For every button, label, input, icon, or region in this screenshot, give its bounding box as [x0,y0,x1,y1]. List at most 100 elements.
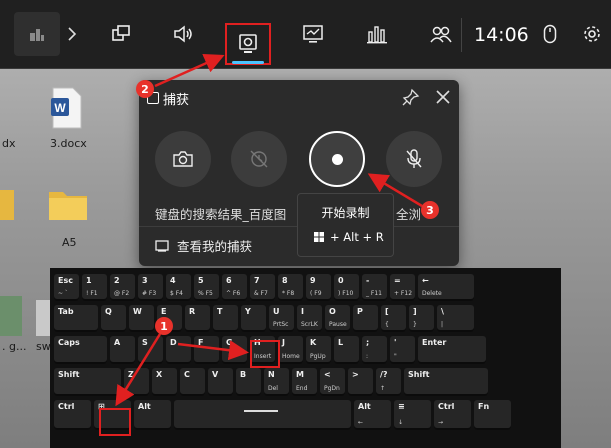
clock: 14:06 [474,24,529,46]
key-label: B [240,370,247,379]
keyboard-key: 8 * F8 [278,274,303,301]
pin-icon[interactable] [402,88,420,106]
audio-icon[interactable] [166,12,200,56]
start-recording-button[interactable] [309,131,365,187]
performance-icon[interactable] [296,12,330,56]
keyboard-key: M End [292,368,317,396]
keyboard-key: S [138,336,163,364]
keyboard-key: A [110,336,135,364]
keyboard-key: ]} [409,305,434,332]
mic-off-icon [406,149,422,168]
image-thumbnail-icon-2[interactable] [36,300,50,336]
keyboard-key: K PgUp [306,336,331,364]
settings-gear-icon[interactable] [580,12,604,56]
keyboard-key: P [353,305,378,332]
tooltip-title: 开始录制 [321,206,370,220]
key-label: Q [105,307,112,316]
mic-toggle-button[interactable] [386,131,442,187]
keyboard-key: Fn [474,400,511,430]
key-sublabel: ScrLK [301,321,318,328]
key-label: C [184,370,190,379]
key-label: K [310,338,317,347]
key-label: Shift [408,370,430,379]
keyboard-key: Enter [418,336,486,364]
gallery-icon [155,239,169,252]
key-label: M [296,370,304,379]
keyboard-key: 1 ! F1 [82,274,107,301]
keyboard-key: Shift [404,368,488,396]
key-label: Caps [58,338,80,347]
close-icon[interactable] [434,88,452,106]
key-label: = [394,276,401,285]
left-folder-icon[interactable] [0,190,14,220]
chevron-right-icon[interactable] [62,12,82,56]
windows-logo-icon [314,232,324,242]
keyboard-key: ' " [390,336,415,364]
key-label: G [226,338,233,347]
key-label: Fn [478,402,490,411]
key-label: J [282,338,285,347]
keyboard-key: W [129,305,154,332]
keyboard-key: 7 & F7 [250,274,275,301]
keyboard-key: B [236,368,261,396]
camera-icon [173,151,193,167]
key-sublabel: Delete [422,290,442,297]
capture-icon[interactable] [225,23,271,65]
see-my-captures-link[interactable]: 查看我的捕获 [155,236,252,255]
key-sublabel: Del [268,385,278,392]
keyboard-key: > [348,368,373,396]
key-label: - [366,276,370,285]
keyboard-key: L [334,336,359,364]
keyboard-key: C [180,368,205,396]
image-thumbnail-icon[interactable] [0,296,22,336]
key-label: Ctrl [438,402,455,411]
key-sublabel: % F5 [198,290,213,297]
keyboard-key: G [222,336,247,364]
keyboard-key: Q [101,305,126,332]
keyboard-key: Alt ← [354,400,391,430]
record-last-30s-button[interactable] [231,131,287,187]
capture-widget-title: 捕获 [163,93,190,108]
step-badge-1: 1 [155,317,173,335]
key-sublabel: { [385,321,389,328]
key-sublabel: & F7 [254,290,268,297]
key-sublabel: + F12 [394,290,413,297]
keyboard-key: J Home [278,336,303,364]
key-label: A [114,338,121,347]
keyboard-key: /? ↑ [376,368,401,396]
keyboard-key: ≡ ↓ [394,400,431,430]
screenshot-button[interactable] [155,131,211,187]
key-label: ; [366,338,370,347]
g-key-highlight [250,340,280,368]
keyboard-key: - _ F11 [362,274,387,301]
mouse-icon[interactable] [538,12,562,56]
key-label: Alt [138,402,151,411]
key-sublabel: " [394,353,397,360]
record-dot-icon [331,153,343,165]
key-sublabel: ( F9 [310,290,322,297]
keyboard-key: Tab [54,305,98,332]
win-key-highlight [99,408,131,436]
see-my-captures-label: 查看我的捕获 [177,239,253,254]
desktop-left-label-2: . g... [2,340,27,353]
key-label: Tab [58,307,74,316]
xbox-social-icon[interactable] [424,12,458,56]
key-sublabel: PrtSc [273,321,289,328]
keyboard-key: O Pause [325,305,350,332]
folder-icon[interactable] [47,186,89,222]
key-label: 2 [114,276,120,285]
key-label: P [357,307,363,316]
key-label: 6 [226,276,232,285]
home-icon[interactable] [14,12,60,56]
key-label: ≡ [398,402,405,411]
keyboard-key: F [194,336,219,364]
resources-icon[interactable] [360,12,394,56]
key-label: N [268,370,275,379]
key-label: ← [422,276,429,285]
widget-icon[interactable] [104,12,138,56]
key-label: 9 [310,276,316,285]
key-label: < [324,370,331,379]
keyboard-key: Ctrl [54,400,91,430]
key-label: 3 [142,276,148,285]
word-file-icon[interactable]: W [49,86,85,130]
